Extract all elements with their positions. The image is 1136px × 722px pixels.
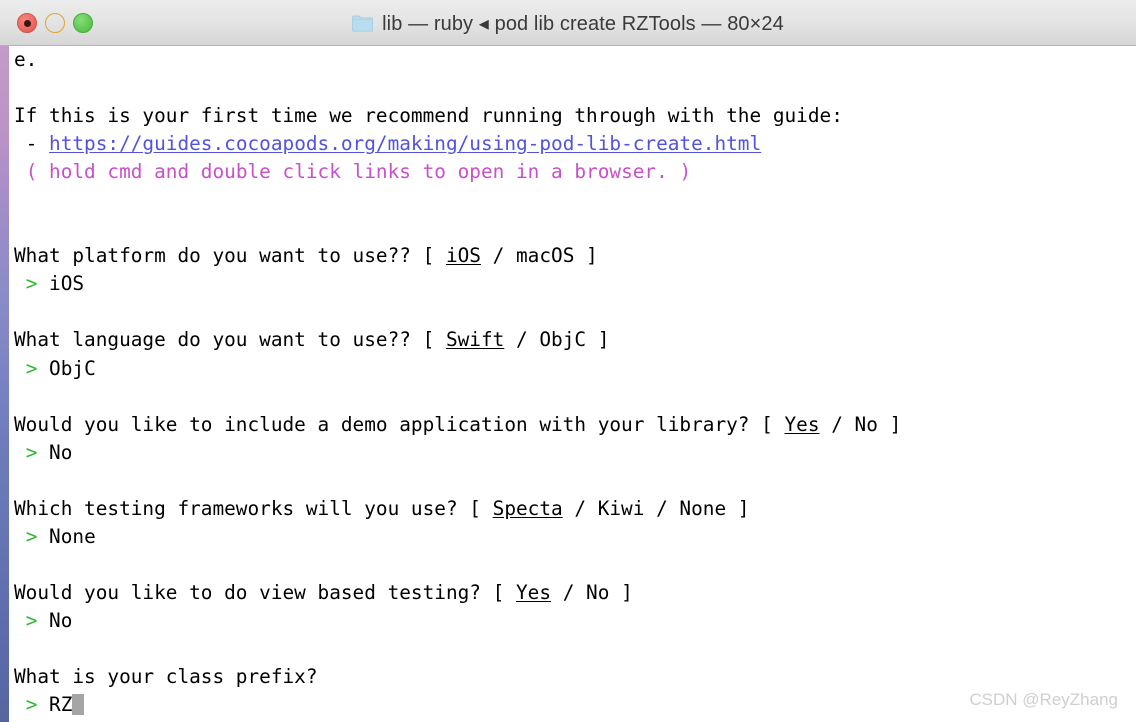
prompt-arrow: > [25,608,38,632]
line-q-demo: Would you like to include a demo applica… [14,411,901,439]
prompt-arrow: > [25,356,38,380]
terminal-text: / Kiwi / None ] [562,496,750,520]
line-q-viewtest: Would you like to do view based testing?… [14,579,901,607]
default-option: Yes [784,412,820,436]
default-option: iOS [445,244,481,268]
terminal-text: Which testing frameworks will you use? [ [14,496,493,520]
text-cursor [72,694,85,716]
terminal-text: What is your class prefix? [14,665,318,689]
terminal-text: / No ] [819,412,902,436]
guide-link[interactable]: https://guides.cocoapods.org/making/usin… [49,132,761,155]
window-controls [17,13,93,33]
terminal-text: No [37,440,73,464]
window-title-group: lib — ruby ◂ pod lib create RZTools — 80… [0,0,1136,46]
line-a-language: > ObjC [14,355,901,383]
line-q-platform: What platform do you want to use?? [ iOS… [14,242,901,270]
terminal-text: ( hold cmd and double click links to ope… [25,160,692,184]
zoom-button[interactable] [73,13,93,33]
line-q-prefix: What is your class prefix? [14,663,901,691]
line-guide-url: - https://guides.cocoapods.org/making/us… [14,130,901,158]
line-blank-4 [14,298,901,326]
prompt-arrow: > [25,524,38,548]
terminal-text: Would you like to do view based testing?… [14,580,516,604]
desktop-wallpaper-edge [0,46,9,722]
line-a-testing: > None [14,523,901,551]
folder-icon [352,15,374,32]
line-blank-2 [14,186,901,214]
terminal-screen[interactable]: e. If this is your first time we recommen… [14,46,901,719]
terminal-text: Would you like to include a demo applica… [14,412,785,436]
line-blank-8 [14,635,901,663]
line-blank-3 [14,214,901,242]
terminal-text: What platform do you want to use?? [ [14,244,446,268]
line-blank-6 [14,467,901,495]
terminal-text: No [37,608,73,632]
terminal-text: / ObjC ] [504,328,610,352]
window-titlebar[interactable]: lib — ruby ◂ pod lib create RZTools — 80… [0,0,1136,46]
default-option: Swift [445,328,505,352]
terminal-text: If this is your first time we recommend … [14,104,843,128]
terminal-text: What language do you want to use?? [ [14,328,446,352]
default-option: Specta [492,496,563,520]
line-blank-7 [14,551,901,579]
line-blank-5 [14,383,901,411]
line-guide-hint: ( hold cmd and double click links to ope… [14,158,901,186]
terminal-window: lib — ruby ◂ pod lib create RZTools — 80… [0,0,1136,722]
terminal-text: / macOS ] [480,244,598,268]
line-blank-1 [14,74,901,102]
terminal-text: RZ [37,693,73,717]
line-q-testing: Which testing frameworks will you use? [… [14,495,901,523]
line-guide-intro: If this is your first time we recommend … [14,102,901,130]
terminal-text: ObjC [37,356,96,380]
line-e: e. [14,46,901,74]
prompt-arrow: > [25,272,38,296]
line-a-prefix: > RZ [14,691,901,719]
line-a-viewtest: > No [14,607,901,635]
line-a-platform: > iOS [14,270,901,298]
terminal-body[interactable]: e. If this is your first time we recommen… [9,46,1136,722]
prompt-arrow: > [25,440,38,464]
window-title: lib — ruby ◂ pod lib create RZTools — 80… [382,12,784,35]
terminal-text: iOS [37,272,85,296]
line-q-language: What language do you want to use?? [ Swi… [14,326,901,354]
terminal-text: e. [14,48,38,71]
terminal-text: / No ] [551,580,633,604]
minimize-button[interactable] [45,13,65,33]
prompt-arrow: > [25,693,38,717]
terminal-text: - [14,132,50,156]
terminal-text: None [37,524,96,548]
close-button[interactable] [17,13,37,33]
watermark-label: CSDN @ReyZhang [969,690,1118,709]
line-a-demo: > No [14,439,901,467]
default-option: Yes [516,580,552,604]
